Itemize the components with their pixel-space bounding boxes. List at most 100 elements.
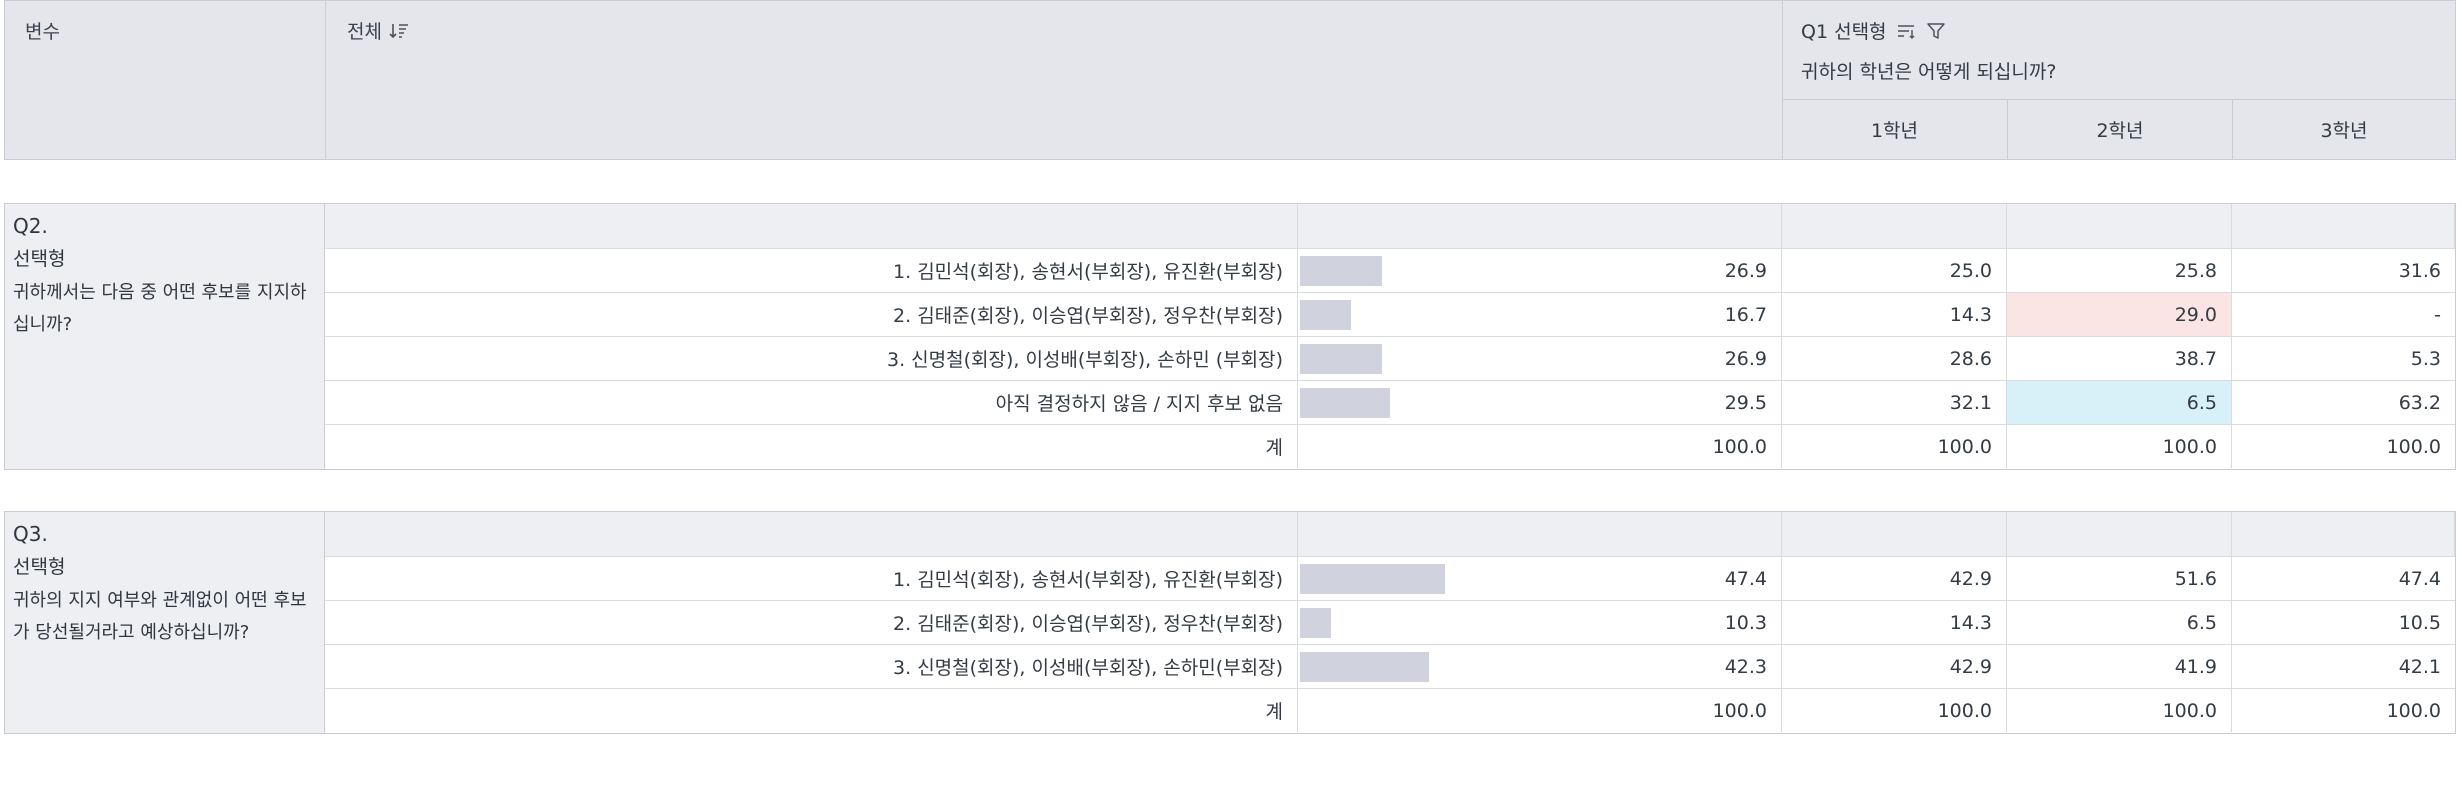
bar-cell: 10.3 [1298,601,1782,644]
blank-cell [2007,204,2232,248]
grade-1-value: 28.6 [1782,337,2007,380]
grade-2-value: 6.5 [2007,601,2232,644]
total-header-label: 전체 [347,21,382,43]
question-block-q2: Q2. 선택형 귀하께서는 다음 중 어떤 후보를 지지하십니까? 1. 김민석… [4,203,2456,470]
question-type: 선택형 [13,248,66,270]
grade-3-value: 100.0 [2386,699,2441,722]
blank-cell [325,512,1298,556]
total-value: 10.3 [1724,611,1767,634]
blank-cell [1298,204,1782,248]
crosstab-view: 변수 전체 Q1 선택형 귀하의 학년은 어떻게 되십니까? 1학년 2학년 3… [0,0,2462,796]
total-row[interactable]: 계 100.0 100.0 100.0 100.0 [325,424,2455,468]
total-value: 100.0 [1712,699,1767,722]
grade-2-value: 6.5 [2007,381,2232,424]
grade-1-value: 14.3 [1782,293,2007,336]
grade-1-value: 25.0 [1782,249,2007,292]
grade-3-value: 42.1 [2398,655,2441,678]
question-type: 선택형 [13,556,66,578]
variable-header-label: 변수 [25,21,60,43]
grade-1-value: 32.1 [1782,381,2007,424]
table-row[interactable]: 1. 김민석(회장), 송현서(부회장), 유진환(부회장) 47.4 42.9 51… [325,556,2455,600]
grade-1-value: 14.3 [1782,601,2007,644]
row-label: 1. 김민석(회장), 송현서(부회장), 유진환(부회장) [325,557,1298,600]
table-row[interactable]: 2. 김태준(회장), 이승엽(부회장), 정우찬(부회장) 10.3 14.3 6.… [325,600,2455,644]
total-value: 42.3 [1724,655,1767,678]
bar-cell: 26.9 [1298,337,1782,380]
table-row[interactable]: 1. 김민석(회장), 송현서(부회장), 유진환(부회장) 26.9 25.0 25… [325,248,2455,292]
question-number: Q2. [13,214,48,238]
question-text: 귀하께서는 다음 중 어떤 후보를 지지하십니까? [13,282,307,335]
percentage-bar [1300,563,1445,594]
bar-cell: 100.0 [1298,425,1782,468]
question-number: Q3. [13,522,48,546]
variable-column-header: 변수 [5,1,326,159]
variable-cell-q2: Q2. 선택형 귀하께서는 다음 중 어떤 후보를 지지하십니까? [5,204,325,469]
row-label: 계 [325,689,1298,732]
table-row[interactable]: 2. 김태준(회장), 이승엽(부회장), 정우찬(부회장) 16.7 14.3 29… [325,292,2455,336]
table-header: 변수 전체 Q1 선택형 귀하의 학년은 어떻게 되십니까? 1학년 2학년 3… [4,0,2456,160]
percentage-bar [1300,607,1332,638]
total-value: 100.0 [1712,435,1767,458]
q1-column-header: Q1 선택형 귀하의 학년은 어떻게 되십니까? 1학년 2학년 3학년 [1782,1,2455,159]
grade-2-value: 100.0 [2007,425,2232,468]
table-row[interactable]: 3. 신명철(회장), 이성배(부회장), 손하민 (부회장) 26.9 28.6 3… [325,336,2455,380]
question-text: 귀하의 지지 여부와 관계없이 어떤 후보가 당선될거라고 예상하십니까? [13,590,307,643]
grade-3-value: 5.3 [2410,347,2441,370]
grade-3-value: - [2434,303,2441,326]
bar-cell: 47.4 [1298,557,1782,600]
row-label: 2. 김태준(회장), 이승엽(부회장), 정우찬(부회장) [325,293,1298,336]
grade-1-header[interactable]: 1학년 [1782,99,2007,159]
row-label: 계 [325,425,1298,468]
question-block-q3: Q3. 선택형 귀하의 지지 여부와 관계없이 어떤 후보가 당선될거라고 예상… [4,511,2456,734]
table-row[interactable]: 아직 결정하지 않음 / 지지 후보 없음 29.5 32.1 6.5 63.2 [325,380,2455,424]
total-column-header[interactable]: 전체 [325,1,1783,159]
block-header-row [325,204,2455,248]
grade-3-header[interactable]: 3학년 [2232,99,2455,159]
row-label: 아직 결정하지 않음 / 지지 후보 없음 [325,381,1298,424]
grade-2-value: 25.8 [2007,249,2232,292]
bar-cell: 100.0 [1298,689,1782,732]
variable-cell-q3: Q3. 선택형 귀하의 지지 여부와 관계없이 어떤 후보가 당선될거라고 예상… [5,512,325,733]
grade-1-value: 100.0 [1782,425,2007,468]
row-label: 3. 신명철(회장), 이성배(부회장), 손하민(부회장) [325,645,1298,688]
bar-cell: 16.7 [1298,293,1782,336]
sort-icon[interactable] [1895,21,1917,41]
sort-descending-icon[interactable] [388,21,410,41]
grade-1-value: 42.9 [1782,557,2007,600]
blank-cell [1298,512,1782,556]
blank-cell [325,204,1298,248]
grade-2-header[interactable]: 2학년 [2007,99,2232,159]
percentage-bar [1300,255,1383,286]
total-value: 26.9 [1724,259,1767,282]
row-label: 1. 김민석(회장), 송현서(부회장), 유진환(부회장) [325,249,1298,292]
block-header-row [325,512,2455,556]
percentage-bar [1300,387,1390,418]
bar-cell: 26.9 [1298,249,1782,292]
percentage-bar [1300,299,1351,330]
grade-2-value: 100.0 [2007,689,2232,732]
q1-header: Q1 선택형 [1801,17,1947,44]
percentage-bar [1300,343,1383,374]
grade-3-value: 10.5 [2398,611,2441,634]
total-value: 16.7 [1724,303,1767,326]
blank-cell [1782,512,2007,556]
total-value: 29.5 [1724,391,1767,414]
total-value: 47.4 [1724,567,1767,590]
grade-3-value: 31.6 [2398,259,2441,282]
grade-3-value: 47.4 [2398,567,2441,590]
total-row[interactable]: 계 100.0 100.0 100.0 100.0 [325,688,2455,732]
grade-3-value: 100.0 [2386,435,2441,458]
filter-icon[interactable] [1925,21,1947,41]
grade-2-value: 41.9 [2007,645,2232,688]
row-label: 3. 신명철(회장), 이성배(부회장), 손하민 (부회장) [325,337,1298,380]
grade-1-value: 100.0 [1782,689,2007,732]
total-value: 26.9 [1724,347,1767,370]
table-row[interactable]: 3. 신명철(회장), 이성배(부회장), 손하민(부회장) 42.3 42.9 41… [325,644,2455,688]
percentage-bar [1300,651,1429,682]
q1-question-text: 귀하의 학년은 어떻게 되십니까? [1801,61,2057,83]
blank-cell [2232,512,2455,556]
grade-2-value: 38.7 [2007,337,2232,380]
blank-cell [2007,512,2232,556]
q1-header-title: Q1 선택형 [1801,21,1887,43]
grade-2-value: 29.0 [2007,293,2232,336]
